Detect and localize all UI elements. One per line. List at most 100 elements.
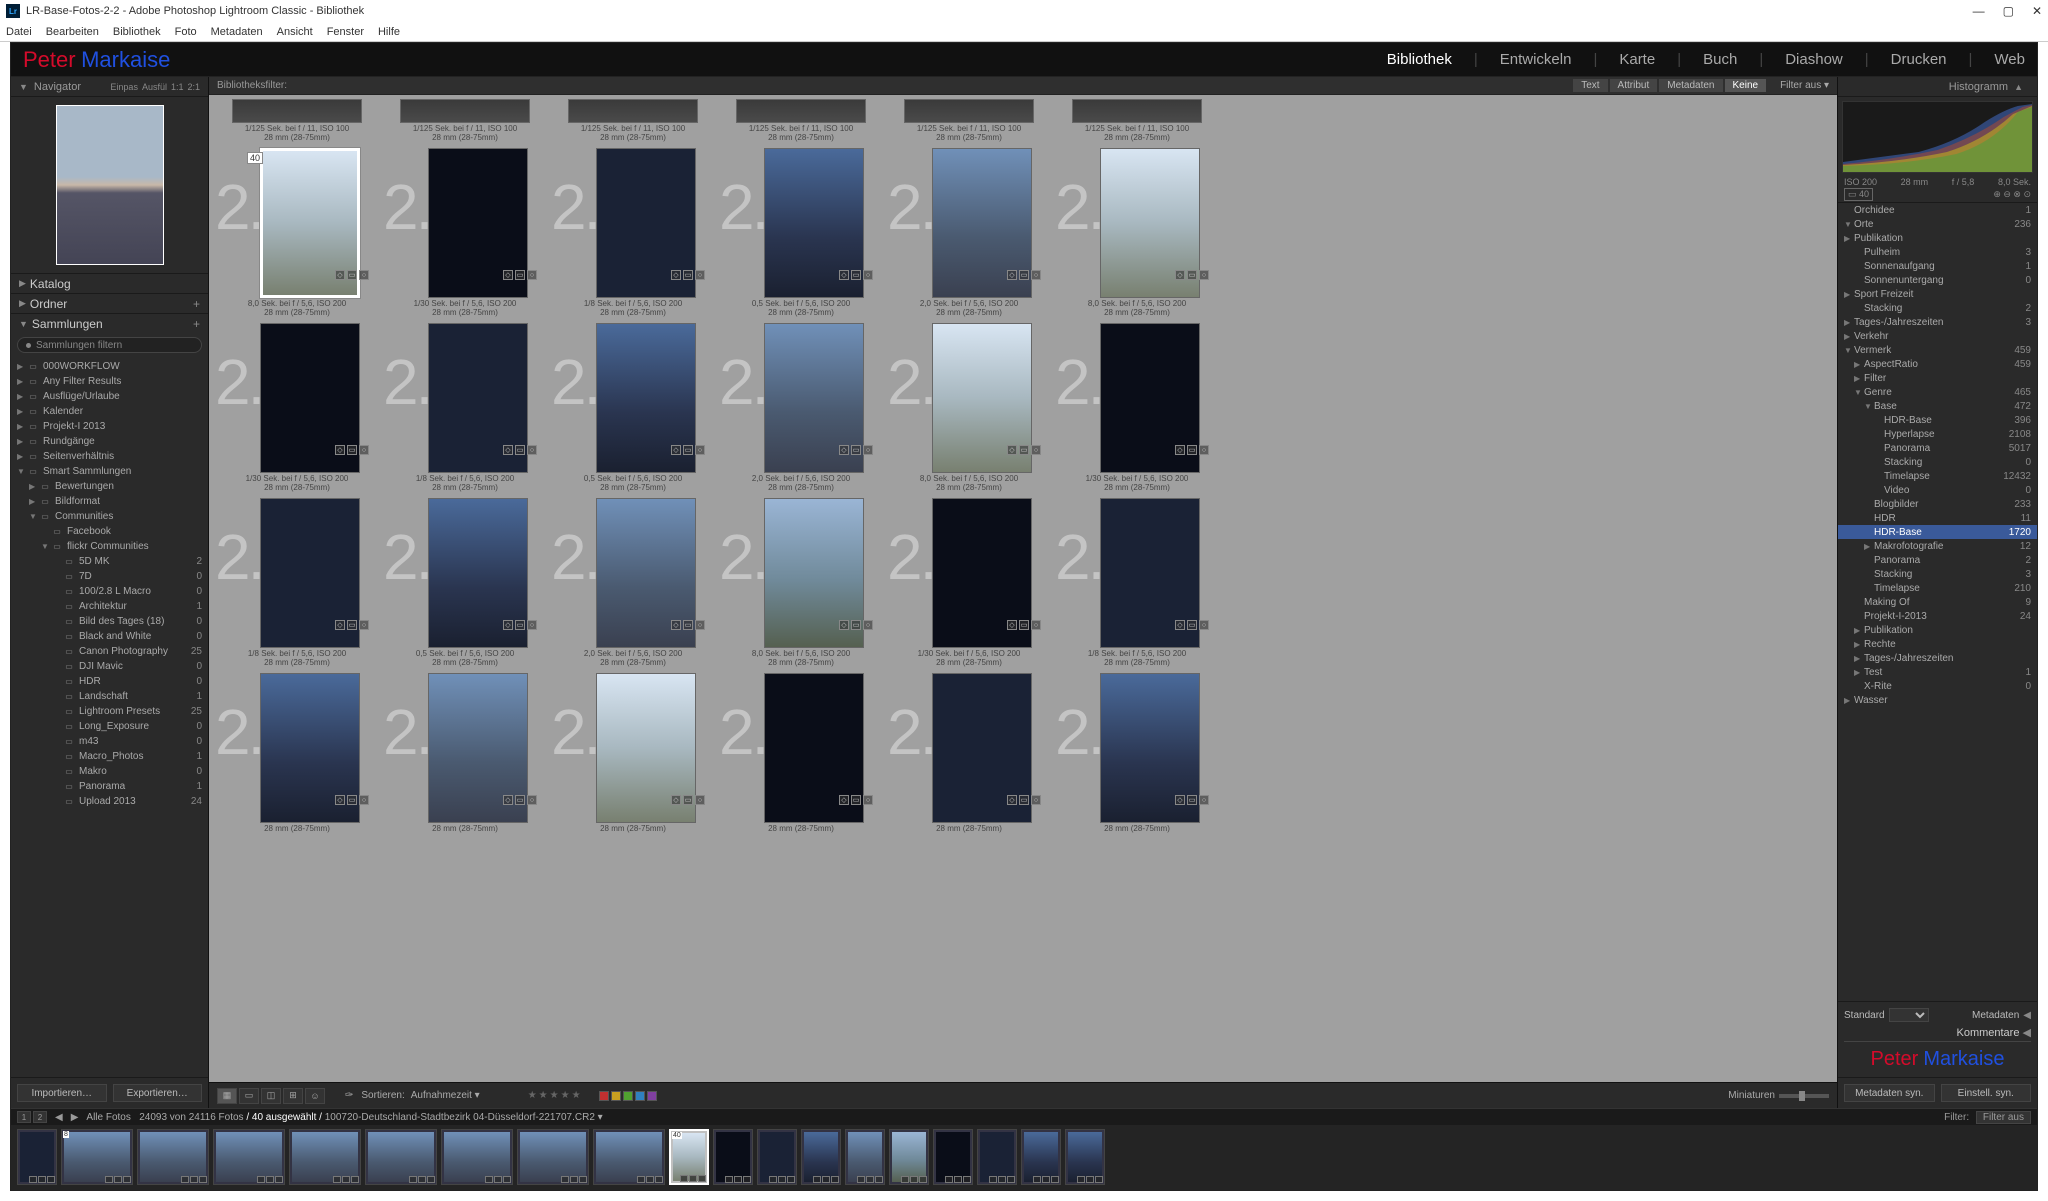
filmstrip-thumb[interactable] <box>977 1129 1017 1185</box>
collection-item[interactable]: ▶▭000WORKFLOW <box>11 359 208 374</box>
rating-stars[interactable]: ★★★★★ <box>528 1090 583 1101</box>
keyword-item[interactable]: ▶Tages-/Jahreszeiten <box>1838 651 2037 665</box>
nav-mode[interactable]: 1:1 <box>171 82 184 92</box>
filter-tab-text[interactable]: Text <box>1573 79 1607 92</box>
color-label[interactable] <box>611 1091 621 1101</box>
filmstrip-thumb[interactable] <box>213 1129 285 1185</box>
nav-mode[interactable]: Einpas <box>110 82 138 92</box>
grid-cell[interactable]: 2. ◇▭○ 1/8 Sek. bei f / 5,6, ISO 20028 m… <box>1053 494 1221 669</box>
grid-cell[interactable]: 2. ◇▭○ 0,5 Sek. bei f / 5,6, ISO 20028 m… <box>549 319 717 494</box>
filmstrip-thumb[interactable] <box>593 1129 665 1185</box>
grid-cell[interactable]: 2. ◇▭○ 1/8 Sek. bei f / 5,6, ISO 20028 m… <box>549 144 717 319</box>
filter-tab-metadaten[interactable]: Metadaten <box>1659 79 1722 92</box>
collection-item[interactable]: ▼▭flickr Communities <box>11 539 208 554</box>
keyword-item[interactable]: ▶Verkehr <box>1838 329 2037 343</box>
keyword-item[interactable]: ▼Base472 <box>1838 399 2037 413</box>
export-button[interactable]: Exportieren… <box>113 1084 203 1102</box>
filter-tab-keine[interactable]: Keine <box>1725 79 1767 92</box>
filmstrip-filter-dropdown[interactable]: Filter aus <box>1976 1111 2031 1124</box>
navigator-preview[interactable] <box>11 97 208 273</box>
module-web[interactable]: Web <box>1994 51 2025 68</box>
keyword-item[interactable]: HDR-Base1720 <box>1838 525 2037 539</box>
collection-item[interactable]: ▼▭Communities <box>11 509 208 524</box>
menu-datei[interactable]: Datei <box>6 26 32 38</box>
grid-cell[interactable]: 2. ◇▭○ 1/30 Sek. bei f / 5,6, ISO 20028 … <box>381 144 549 319</box>
collection-item[interactable]: ▭100/2.8 L Macro0 <box>11 584 208 599</box>
filmstrip-strip[interactable]: 840 <box>11 1125 2037 1190</box>
metadata-section-label[interactable]: Metadaten <box>1972 1010 2019 1021</box>
sync-metadata-button[interactable]: Metadaten syn. <box>1844 1084 1935 1102</box>
collection-item[interactable]: ▭7D0 <box>11 569 208 584</box>
filmstrip-thumb[interactable] <box>713 1129 753 1185</box>
nav-mode[interactable]: 2:1 <box>187 82 200 92</box>
minimize-button[interactable]: — <box>1973 4 1985 18</box>
grid-cell[interactable]: 2. ◇▭○ 28 mm (28-75mm) <box>549 669 717 835</box>
filmstrip-thumb[interactable] <box>889 1129 929 1185</box>
people-view-button[interactable]: ☺ <box>305 1088 325 1104</box>
grid-view[interactable]: 1/125 Sek. bei f / 11, ISO 10028 mm (28-… <box>209 95 1837 1082</box>
keyword-item[interactable]: ▶Tages-/Jahreszeiten3 <box>1838 315 2037 329</box>
grid-cell[interactable]: 2. ◇▭○ 8,0 Sek. bei f / 5,6, ISO 20028 m… <box>885 319 1053 494</box>
keyword-item[interactable]: ▶Test1 <box>1838 665 2037 679</box>
filmstrip-thumb[interactable] <box>137 1129 209 1185</box>
grid-cell[interactable]: 2. ◇▭○ 1/30 Sek. bei f / 5,6, ISO 20028 … <box>213 319 381 494</box>
collection-item[interactable]: ▭Panorama1 <box>11 779 208 794</box>
compare-view-button[interactable]: ◫ <box>261 1088 281 1104</box>
menu-metadaten[interactable]: Metadaten <box>211 26 263 38</box>
grid-cell[interactable]: 2. ◇▭○ 0,5 Sek. bei f / 5,6, ISO 20028 m… <box>381 494 549 669</box>
keyword-item[interactable]: ▶Filter <box>1838 371 2037 385</box>
collection-item[interactable]: ▭Bild des Tages (18)0 <box>11 614 208 629</box>
color-label[interactable] <box>599 1091 609 1101</box>
color-label[interactable] <box>635 1091 645 1101</box>
collection-item[interactable]: ▭5D MK2 <box>11 554 208 569</box>
nav-mode[interactable]: Ausfül <box>142 82 167 92</box>
collection-item[interactable]: ▶▭Bildformat <box>11 494 208 509</box>
collection-item[interactable]: ▭Landschaft1 <box>11 689 208 704</box>
collection-item[interactable]: ▶▭Seitenverhältnis <box>11 449 208 464</box>
module-diashow[interactable]: Diashow <box>1785 51 1843 68</box>
keyword-item[interactable]: Timelapse12432 <box>1838 469 2037 483</box>
import-button[interactable]: Importieren… <box>17 1084 107 1102</box>
collection-item[interactable]: ▭Canon Photography25 <box>11 644 208 659</box>
collection-item[interactable]: ▭DJI Mavic0 <box>11 659 208 674</box>
filmstrip-thumb[interactable] <box>441 1129 513 1185</box>
filmstrip-thumb[interactable] <box>933 1129 973 1185</box>
grid-cell[interactable]: 1/125 Sek. bei f / 11, ISO 10028 mm (28-… <box>885 95 1053 144</box>
keyword-item[interactable]: ▶AspectRatio459 <box>1838 357 2037 371</box>
grid-cell[interactable]: 2. ◇▭○ 0,5 Sek. bei f / 5,6, ISO 20028 m… <box>717 144 885 319</box>
grid-cell[interactable]: 2. ◇▭○ 28 mm (28-75mm) <box>1053 669 1221 835</box>
module-karte[interactable]: Karte <box>1619 51 1655 68</box>
grid-cell[interactable]: 2. ◇▭○ 2,0 Sek. bei f / 5,6, ISO 20028 m… <box>549 494 717 669</box>
filmstrip-source[interactable]: Alle Fotos 24093 von 24116 Fotos / 40 au… <box>86 1112 602 1123</box>
collection-item[interactable]: ▶▭Kalender <box>11 404 208 419</box>
grid-cell[interactable]: 1/125 Sek. bei f / 11, ISO 10028 mm (28-… <box>549 95 717 144</box>
filmstrip-thumb[interactable]: 8 <box>61 1129 133 1185</box>
color-label[interactable] <box>623 1091 633 1101</box>
collection-item[interactable]: ▶▭Projekt-I 2013 <box>11 419 208 434</box>
grid-cell[interactable]: 2. ◇▭○ 1/8 Sek. bei f / 5,6, ISO 20028 m… <box>381 319 549 494</box>
keyword-item[interactable]: Video0 <box>1838 483 2037 497</box>
painter-tool-icon[interactable]: ✑ <box>345 1090 353 1101</box>
keyword-item[interactable]: Making Of9 <box>1838 595 2037 609</box>
grid-cell[interactable]: 2. 40 ◇▭○ 8,0 Sek. bei f / 5,6, ISO 2002… <box>213 144 381 319</box>
keyword-item[interactable]: ▶Sport Freizeit <box>1838 287 2037 301</box>
sync-settings-button[interactable]: Einstell. syn. <box>1941 1084 2032 1102</box>
filmstrip-thumb[interactable] <box>289 1129 361 1185</box>
collection-item[interactable]: ▶▭Rundgänge <box>11 434 208 449</box>
folders-header[interactable]: ▶Ordner+ <box>11 293 208 313</box>
filter-tab-attribut[interactable]: Attribut <box>1610 79 1658 92</box>
keyword-item[interactable]: Timelapse210 <box>1838 581 2037 595</box>
keyword-item[interactable]: ▼Genre465 <box>1838 385 2037 399</box>
filmstrip-thumb[interactable] <box>801 1129 841 1185</box>
filmstrip-thumb[interactable] <box>17 1129 57 1185</box>
color-label[interactable] <box>647 1091 657 1101</box>
grid-cell[interactable]: 2. ◇▭○ 8,0 Sek. bei f / 5,6, ISO 20028 m… <box>1053 144 1221 319</box>
grid-cell[interactable]: 2. ◇▭○ 2,0 Sek. bei f / 5,6, ISO 20028 m… <box>885 144 1053 319</box>
keyword-item[interactable]: ▶Rechte <box>1838 637 2037 651</box>
grid-cell[interactable]: 2. ◇▭○ 28 mm (28-75mm) <box>213 669 381 835</box>
grid-cell[interactable]: 1/125 Sek. bei f / 11, ISO 10028 mm (28-… <box>1053 95 1221 144</box>
keyword-item[interactable]: ▼Orte236 <box>1838 217 2037 231</box>
module-buch[interactable]: Buch <box>1703 51 1737 68</box>
keyword-item[interactable]: Stacking2 <box>1838 301 2037 315</box>
module-entwickeln[interactable]: Entwickeln <box>1500 51 1572 68</box>
